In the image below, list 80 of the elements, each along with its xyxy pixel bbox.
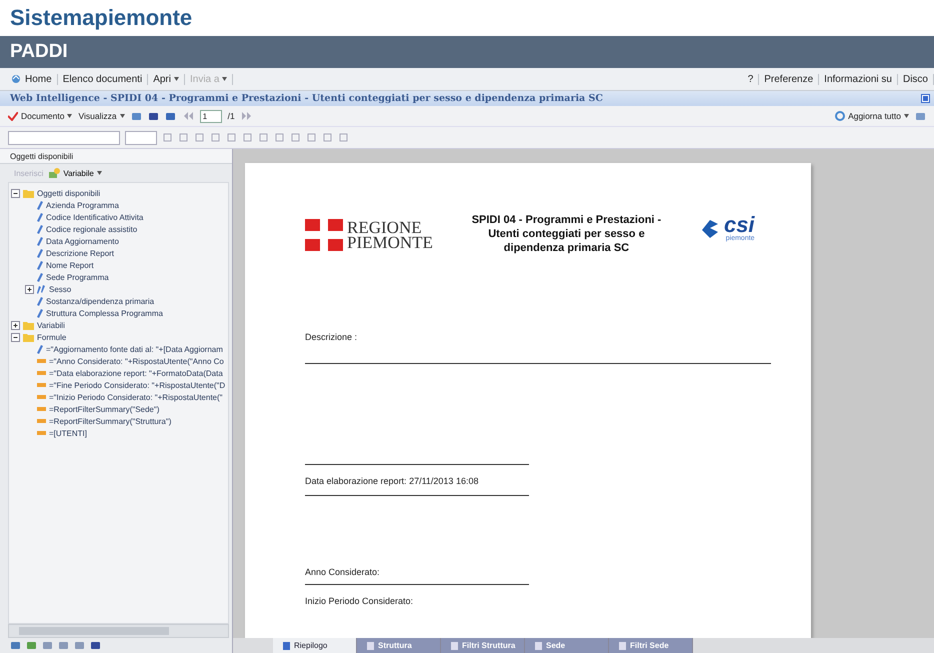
maximize-icon[interactable]	[921, 94, 930, 103]
collapse-icon[interactable]	[11, 188, 20, 198]
home-icon	[11, 74, 22, 84]
variable-icon	[49, 168, 60, 178]
variable-button[interactable]: Variabile	[49, 168, 102, 178]
tree-item[interactable]: Sede Programma	[46, 272, 109, 282]
document-menu[interactable]: Documento	[8, 111, 72, 121]
refresh-icon	[835, 111, 846, 121]
first-page-icon[interactable]	[182, 112, 194, 120]
tree-item[interactable]: Descrizione Report	[46, 248, 114, 258]
sheet-icon	[619, 642, 626, 650]
checkmark-icon	[8, 112, 18, 120]
menu-item[interactable]: Apri	[148, 74, 185, 84]
scrollbar[interactable]	[8, 624, 229, 638]
menu-item[interactable]: Elenco documenti	[58, 74, 148, 84]
tree-item[interactable]: ="Fine Periodo Considerato: "+RispostaUtente("D	[49, 380, 226, 390]
report-field: Inizio Periodo Considerato:	[305, 596, 414, 606]
caret-icon	[222, 77, 228, 81]
tree-item[interactable]: Sostanza/dipendenza primaria	[46, 296, 154, 306]
dimension-icon	[37, 344, 43, 354]
size-field[interactable]	[125, 130, 157, 144]
hierarchy-icon	[37, 284, 46, 294]
tree-item[interactable]: =ReportFilterSummary("Struttura")	[49, 416, 172, 426]
caret-icon	[120, 114, 125, 118]
report-field: Descrizione :	[305, 332, 358, 342]
tree-item[interactable]: ="Data elaborazione report: "+FormatoData(Data	[49, 368, 223, 378]
last-page-icon[interactable]	[240, 112, 253, 120]
caret-icon	[96, 171, 102, 175]
report-title: SPIDI 04 - Programmi e Prestazioni - Utenti conteggiati per sesso e dipendenza primaria SC	[470, 213, 662, 255]
tree-item[interactable]: =[UTENTI]	[49, 428, 88, 438]
tree-item[interactable]: Nome Report	[46, 260, 94, 270]
document-title: Web Intelligence - SPIDI 04 - Programmi e Prestazioni - Utenti conteggiati per sesso e dipendenza primaria SC	[10, 93, 603, 104]
caret-icon	[174, 77, 179, 81]
collapse-icon[interactable]	[11, 332, 20, 342]
tree-item[interactable]: Oggetti disponibili	[37, 188, 100, 198]
tree-item[interactable]: Data Aggiornamento	[46, 236, 119, 246]
menu-item[interactable]: Home	[6, 74, 58, 84]
tree-item[interactable]: ="Anno Considerato: "+RispostaUtente("Anno Co	[49, 356, 224, 366]
caret-icon	[67, 114, 72, 118]
report-field: Anno Considerato:	[305, 567, 380, 577]
page-count: /1	[228, 111, 235, 121]
region-flag-icon	[305, 219, 343, 251]
logo-text: csi	[724, 215, 755, 235]
tree-item[interactable]: Variabili	[37, 320, 65, 330]
folder-icon	[23, 332, 34, 342]
tool-icon[interactable]	[90, 640, 101, 651]
menu-link[interactable]: Disco	[898, 74, 934, 84]
site-title: Sistemapiemonte	[9, 4, 194, 32]
logo-text: REGIONE	[347, 220, 422, 235]
sheet-icon	[283, 642, 290, 650]
tree-item[interactable]: Azienda Programma	[46, 200, 119, 210]
sheet-icon	[451, 642, 458, 650]
logo-text: PIEMONTE	[347, 235, 433, 250]
font-field[interactable]	[8, 130, 120, 144]
app-banner: PADDI	[0, 36, 934, 68]
sheet-icon	[535, 642, 542, 650]
tree-item[interactable]: ="Inizio Periodo Considerato: "+RispostaUtente("	[49, 392, 222, 402]
tree-item[interactable]: Codice regionale assistito	[46, 224, 138, 234]
panel-title: Oggetti disponibili	[0, 149, 232, 164]
tree-item[interactable]: =ReportFilterSummary("Sede")	[49, 404, 160, 414]
menu-link[interactable]: Informazioni su	[819, 74, 898, 84]
tree-item[interactable]: Struttura Complessa Programma	[46, 308, 163, 318]
refresh-all-button[interactable]: Aggiorna tutto	[835, 111, 909, 121]
menu-link[interactable]: Preferenze	[759, 74, 820, 84]
tree-item[interactable]: Codice Identificativo Attivita	[46, 212, 144, 222]
tree-item[interactable]: Sesso	[49, 284, 72, 294]
page-field[interactable]: 1	[200, 110, 222, 122]
tool-icon[interactable]	[10, 640, 21, 651]
caret-icon	[904, 114, 909, 118]
expand-icon[interactable]	[25, 284, 34, 294]
folder-icon	[23, 320, 34, 330]
expand-icon[interactable]	[11, 320, 20, 330]
report-tab[interactable]: Riepilogo	[273, 638, 357, 653]
folder-icon	[23, 188, 34, 198]
view-menu[interactable]: Visualizza	[78, 111, 125, 121]
tree-item[interactable]: Formule	[37, 332, 66, 342]
report-field: Data elaborazione report: 27/11/2013 16:08	[305, 476, 478, 486]
sheet-icon	[367, 642, 374, 650]
menu-link[interactable]: ?	[742, 74, 760, 84]
tree-item[interactable]: ="Aggiornamento fonte dati al: "+[Data Aggiornam	[46, 344, 223, 354]
